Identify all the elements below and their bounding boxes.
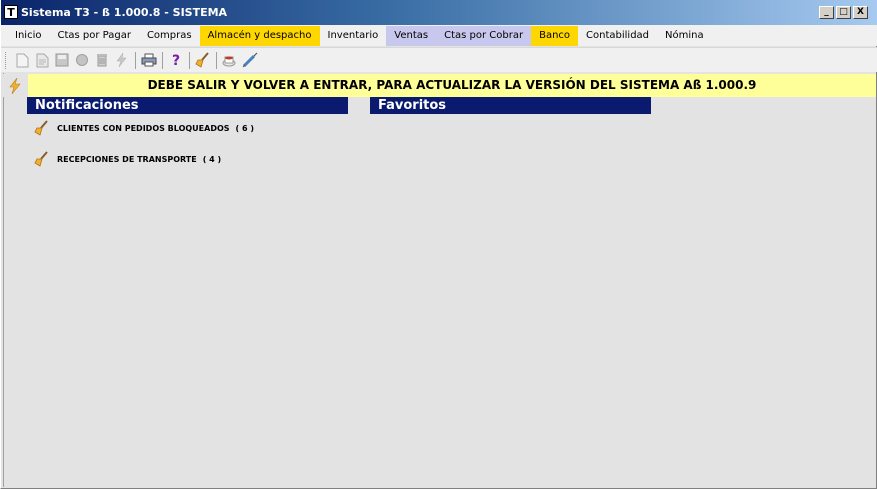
notification-item-blocked-orders[interactable]: CLIENTES CON PEDIDOS BLOQUEADOS ( 6 ) bbox=[33, 119, 254, 137]
menu-bar: Inicio Ctas por Pagar Compras Almacén y … bbox=[1, 25, 877, 46]
menu-item-inventario[interactable]: Inventario bbox=[320, 26, 387, 46]
help-icon[interactable]: ? bbox=[167, 51, 185, 69]
record-icon[interactable] bbox=[73, 51, 91, 69]
maximize-button[interactable]: □ bbox=[836, 6, 851, 19]
menu-item-inicio[interactable]: Inicio bbox=[7, 26, 49, 46]
new-document-icon[interactable] bbox=[13, 51, 31, 69]
open-document-icon[interactable] bbox=[33, 51, 51, 69]
save-icon[interactable] bbox=[53, 51, 71, 69]
coffee-icon[interactable] bbox=[221, 51, 239, 69]
menu-item-ctas-por-cobrar[interactable]: Ctas por Cobrar bbox=[436, 25, 532, 46]
menu-item-contabilidad[interactable]: Contabilidad bbox=[578, 26, 657, 46]
trash-icon[interactable] bbox=[93, 51, 111, 69]
lightning-icon bbox=[3, 74, 27, 97]
syringe-icon[interactable] bbox=[241, 51, 259, 69]
toolbar-separator bbox=[216, 51, 217, 69]
menu-item-compras[interactable]: Compras bbox=[139, 26, 200, 46]
window-title: Sistema T3 - ß 1.000.8 - SISTEMA bbox=[21, 6, 228, 19]
toolbar-grip[interactable] bbox=[5, 51, 8, 69]
window-controls: _ □ X bbox=[819, 6, 868, 19]
svg-text:?: ? bbox=[172, 53, 180, 68]
title-bar[interactable]: T Sistema T3 - ß 1.000.8 - SISTEMA _ □ X bbox=[1, 0, 877, 25]
notification-count: ( 6 ) bbox=[235, 123, 254, 133]
notification-label[interactable]: CLIENTES CON PEDIDOS BLOQUEADOS bbox=[57, 124, 230, 133]
notifications-header: Notificaciones bbox=[27, 97, 348, 114]
menu-item-ctas-por-pagar[interactable]: Ctas por Pagar bbox=[49, 26, 138, 46]
menu-item-nomina[interactable]: Nómina bbox=[657, 26, 712, 46]
app-icon[interactable]: T bbox=[4, 5, 18, 19]
notification-label[interactable]: RECEPCIONES DE TRANSPORTE bbox=[57, 155, 197, 164]
toolbar-separator bbox=[189, 51, 190, 69]
update-alert-banner: DEBE SALIR Y VOLVER A ENTRAR, PARA ACTUA… bbox=[28, 74, 876, 97]
menu-item-banco[interactable]: Banco bbox=[531, 25, 579, 46]
lightning-icon[interactable] bbox=[113, 51, 131, 69]
toolbar-separator bbox=[135, 51, 136, 69]
broom-icon bbox=[33, 150, 51, 168]
main-window: T Sistema T3 - ß 1.000.8 - SISTEMA _ □ X… bbox=[0, 0, 877, 489]
broom-icon[interactable] bbox=[194, 51, 212, 69]
menu-item-ventas[interactable]: Ventas bbox=[386, 25, 437, 46]
favorites-header: Favoritos bbox=[370, 97, 651, 114]
toolbar-separator bbox=[162, 51, 163, 69]
broom-icon bbox=[33, 119, 51, 137]
minimize-button[interactable]: _ bbox=[819, 6, 834, 19]
notification-item-transport-receptions[interactable]: RECEPCIONES DE TRANSPORTE ( 4 ) bbox=[33, 150, 221, 168]
notification-count: ( 4 ) bbox=[202, 154, 222, 164]
close-button[interactable]: X bbox=[853, 6, 868, 19]
toolbar: ? bbox=[1, 47, 877, 72]
menu-item-almacen[interactable]: Almacén y despacho bbox=[199, 25, 320, 46]
print-icon[interactable] bbox=[140, 51, 158, 69]
